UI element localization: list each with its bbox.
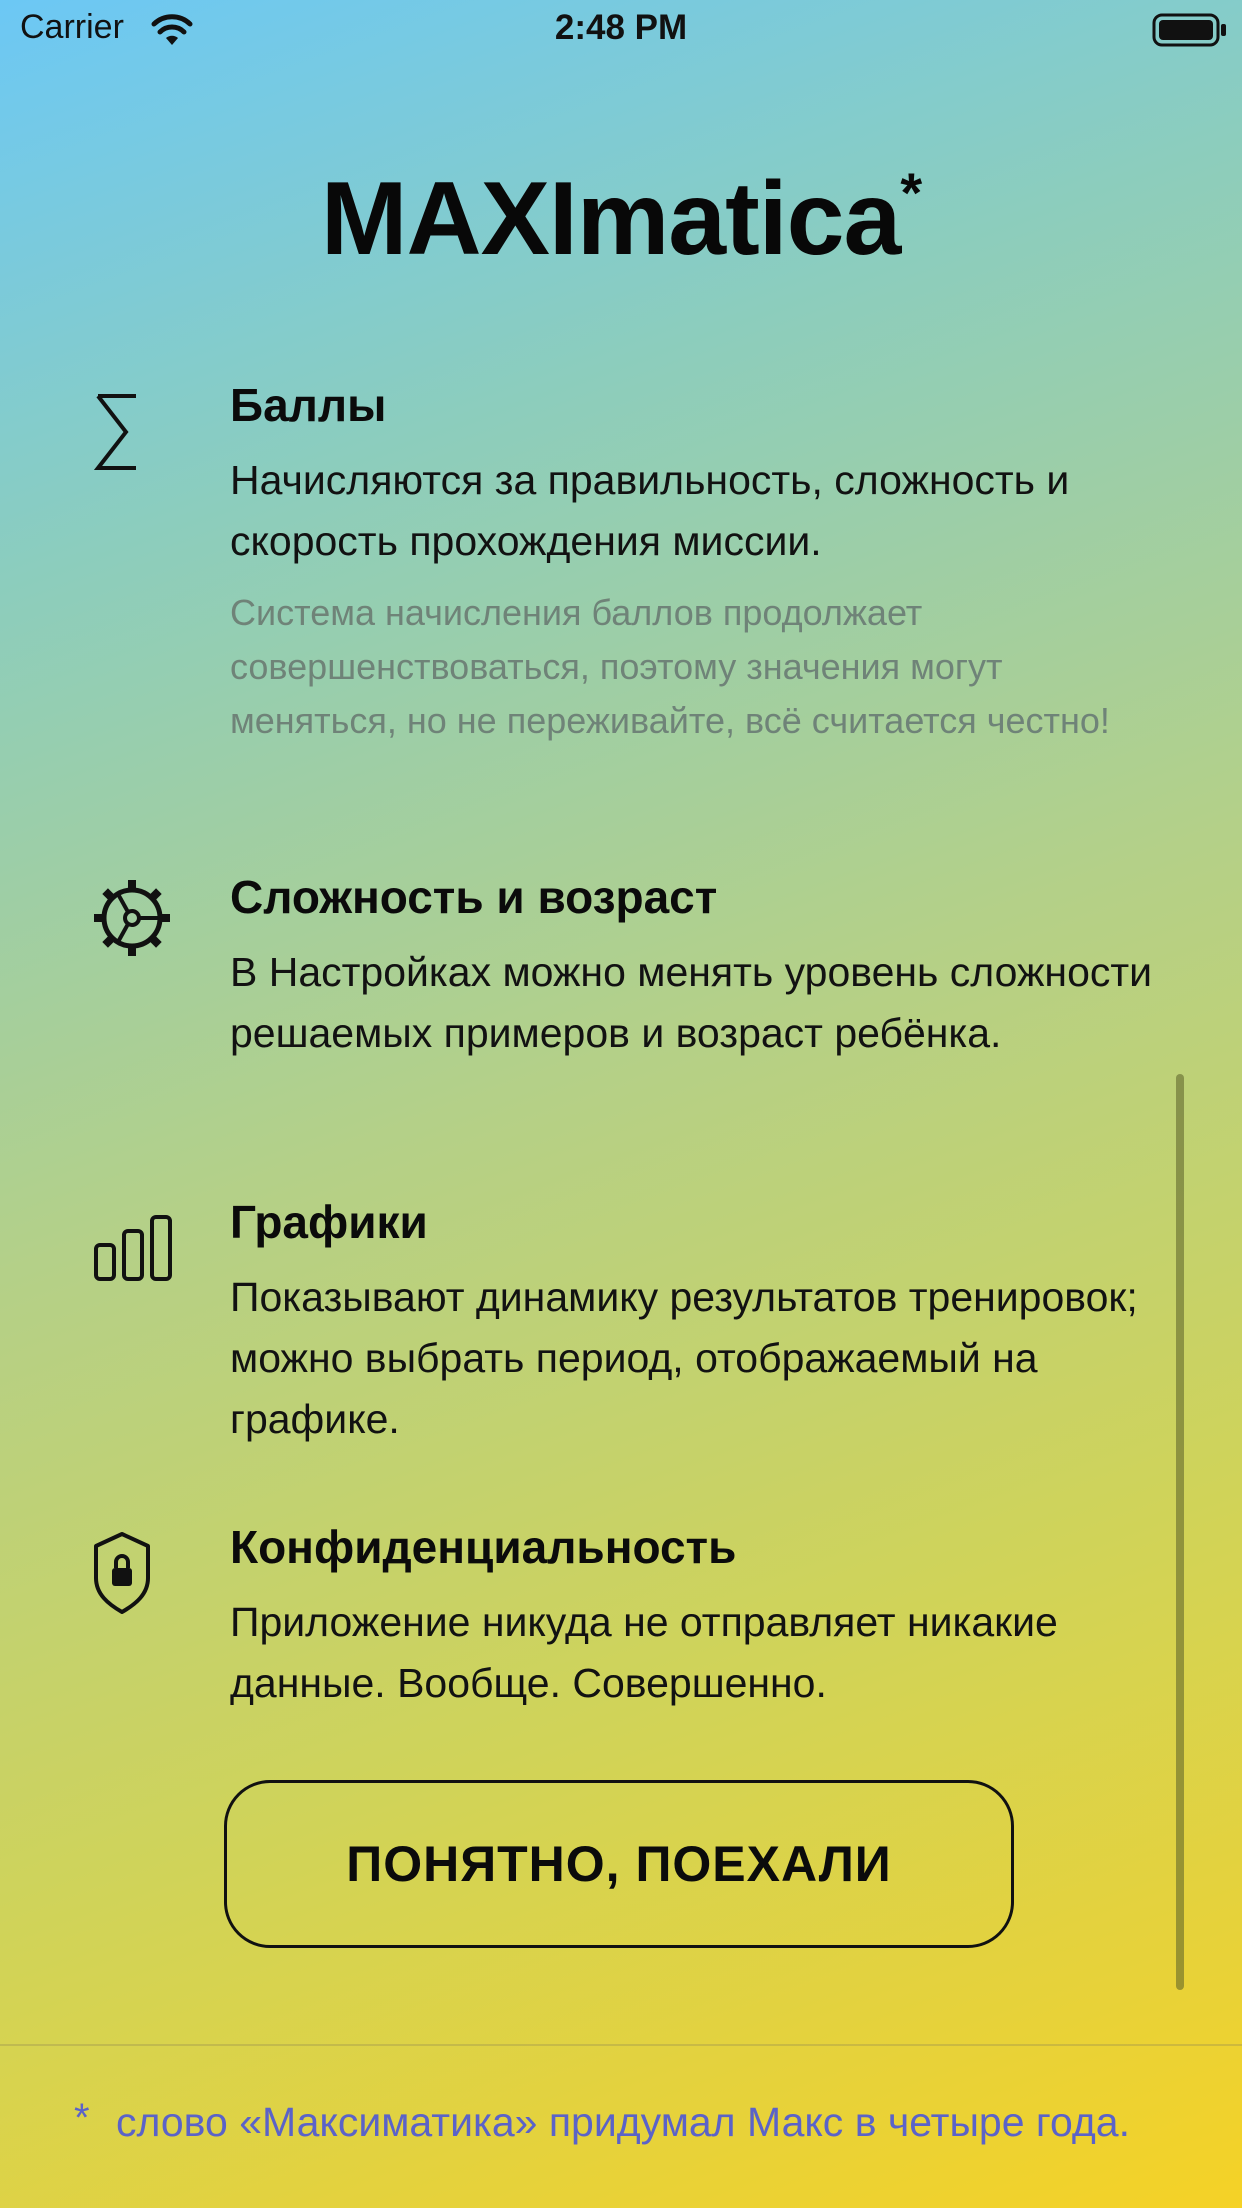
- footnote-text: слово «Максиматика» придумал Макс в четы…: [116, 2099, 1130, 2145]
- sigma-icon: [93, 394, 136, 470]
- status-time: 2:48 PM: [554, 8, 688, 47]
- app-title: MAXImatica*: [0, 160, 1242, 279]
- battery-icon: [1152, 13, 1226, 47]
- feature-heading: Конфиденциальность: [230, 1521, 737, 1573]
- feature-note: Система начисления баллов продолжает сов…: [230, 592, 1110, 741]
- feature-body: Начисляются за правильность, сложность и…: [230, 457, 1070, 564]
- continue-button[interactable]: ПОНЯТНО, ПОЕХАЛИ: [224, 1780, 1014, 1948]
- feature-body: Показывают динамику результатов трениров…: [230, 1274, 1138, 1442]
- footnote-asterisk: *: [74, 2096, 90, 2140]
- bar-chart-icon: [94, 1215, 172, 1281]
- feature-body: В Настройках можно менять уровень сложно…: [230, 949, 1153, 1056]
- lock-shield-icon: [94, 1532, 150, 1614]
- feature-heading: Баллы: [230, 379, 387, 431]
- feature-heading: Сложность и возраст: [230, 871, 718, 923]
- scroll-indicator[interactable]: [1176, 1074, 1184, 1990]
- status-bar: Carrier 2:48 PM: [0, 0, 1242, 62]
- feature-heading: Графики: [230, 1196, 428, 1248]
- feature-body: Приложение никуда не отправляет никакие …: [230, 1599, 1058, 1706]
- title-asterisk: *: [900, 161, 922, 224]
- footer-divider: [0, 2044, 1242, 2046]
- gear-icon: [94, 880, 170, 956]
- app-title-text: MAXImatica: [320, 161, 902, 277]
